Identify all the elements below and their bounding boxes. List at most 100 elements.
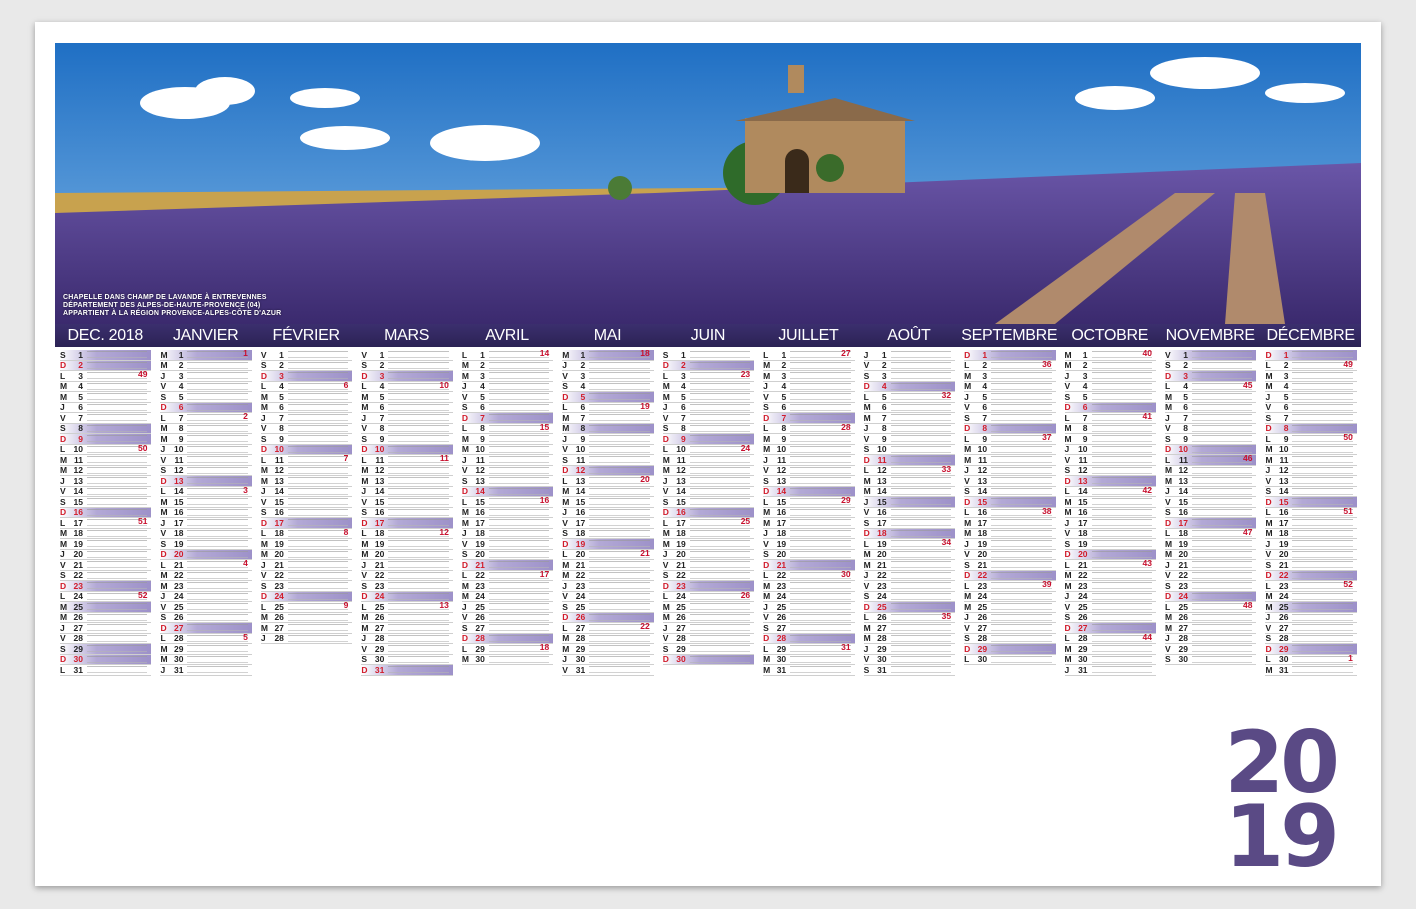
day-number: 13 — [776, 475, 787, 486]
day-row: V7 — [60, 413, 152, 424]
saint-name-line — [1292, 613, 1353, 621]
day-number: 24 — [776, 591, 787, 602]
saint-name-line — [488, 403, 550, 411]
saint-name-line — [287, 403, 349, 411]
weekday-letter: D — [662, 360, 669, 371]
weekday-letter: S — [461, 622, 468, 633]
saint-name-line — [689, 582, 751, 590]
saint-name-line — [187, 445, 248, 453]
week-number: 34 — [941, 537, 952, 547]
saint-name-line — [1292, 666, 1353, 674]
day-row: M 18 — [662, 528, 755, 539]
day-row: S 19 — [1064, 539, 1156, 550]
weekday-letter: D — [863, 381, 870, 392]
saint-name-line — [488, 550, 550, 558]
day-number: 22 — [1278, 570, 1289, 581]
day-number: 22 — [173, 570, 184, 581]
day-number: 31 — [575, 664, 586, 675]
saint-name-line — [287, 613, 349, 621]
day-number: 3 — [680, 370, 686, 381]
day-row: V 18 — [1064, 528, 1156, 539]
day-number: 31 — [1078, 664, 1088, 675]
day-row: M9 — [461, 434, 554, 445]
weekday-letter: S — [361, 580, 368, 591]
day-number: 29 — [575, 643, 586, 654]
saint-name-line — [1292, 634, 1353, 642]
weekday-letter: M — [562, 423, 570, 434]
day-row: V 14 — [662, 486, 755, 497]
day-number: 8 — [1082, 423, 1088, 434]
saint-name-line — [488, 487, 550, 495]
day-number: 11 — [475, 454, 485, 465]
day-number: 15 — [877, 496, 887, 507]
saint-name-line — [488, 466, 550, 474]
day-row: M 30 — [160, 654, 252, 665]
day-row: V 15 — [361, 497, 453, 508]
day-number: 9 — [781, 433, 787, 444]
day-number: 23 — [1178, 580, 1188, 591]
day-number: 30 — [575, 654, 586, 665]
saint-name-line — [790, 529, 851, 537]
day-row: M3 — [763, 371, 855, 382]
weekday-letter: M — [361, 612, 369, 623]
day-number: 24 — [1178, 591, 1188, 602]
weekday-letter: L — [60, 591, 66, 602]
weekday-letter: S — [1164, 433, 1171, 444]
saint-name-line — [1191, 445, 1253, 453]
weekday-letter: L — [361, 601, 367, 612]
day-row: M 18 — [1265, 528, 1357, 539]
day-row: M5 — [1164, 392, 1257, 403]
day-number: 10 — [374, 444, 385, 455]
week-number: 17 — [539, 568, 550, 579]
day-number: 26 — [274, 612, 284, 623]
day-number: 23 — [676, 580, 686, 591]
weekday-letter: M — [763, 591, 771, 602]
day-number: 22 — [1078, 570, 1088, 581]
weekday-letter: D — [160, 622, 167, 633]
weekday-letter: L — [964, 507, 970, 518]
saint-name-line — [287, 487, 349, 495]
saint-name-line — [388, 571, 449, 579]
day-number: 23 — [575, 580, 586, 591]
day-number: 20 — [173, 549, 184, 560]
day-row: M 18 — [60, 528, 152, 539]
day-row: M9 — [160, 434, 252, 445]
weekday-letter: V — [763, 538, 769, 549]
day-number: 6 — [178, 402, 184, 413]
day-number: 13 — [73, 475, 83, 486]
saint-name-line — [388, 592, 449, 600]
day-row: M 27 — [1164, 623, 1257, 634]
day-number: 20 — [1178, 549, 1188, 560]
saint-name-line — [790, 561, 851, 569]
day-number: 27 — [776, 622, 787, 633]
day-number: 16 — [1078, 507, 1088, 518]
weekday-letter: V — [1064, 454, 1071, 465]
weekday-letter: S — [562, 601, 568, 612]
weekday-letter: M — [662, 601, 670, 612]
day-row: D 10 — [260, 444, 353, 455]
saint-name-line — [991, 550, 1052, 558]
day-row: V1 — [260, 350, 353, 361]
saint-name-line — [87, 634, 148, 642]
day-row: S7 — [964, 413, 1056, 424]
weekday-letter: S — [763, 402, 769, 413]
weekday-letter: J — [1064, 664, 1070, 675]
day-row: D 20 — [160, 549, 252, 560]
weekday-letter: J — [1064, 370, 1070, 381]
day-number: 14 — [1178, 486, 1188, 497]
weekday-letter: S — [863, 591, 870, 602]
day-row: S 13 — [461, 476, 554, 487]
saint-name-line — [287, 571, 349, 579]
day-row: L 21 43 — [1064, 558, 1156, 571]
day-number: 2 — [781, 360, 787, 371]
week-number: 22 — [640, 621, 650, 631]
saint-name-line — [1191, 582, 1253, 590]
day-number: 27 — [274, 622, 284, 633]
weekday-letter: J — [1265, 391, 1271, 402]
day-number: 29 — [776, 643, 787, 654]
saint-name-line — [87, 571, 148, 579]
landscape-illustration — [55, 43, 1361, 324]
saint-name-line — [1191, 645, 1253, 653]
day-row: S2 — [361, 360, 453, 371]
week-number: 19 — [640, 400, 650, 411]
